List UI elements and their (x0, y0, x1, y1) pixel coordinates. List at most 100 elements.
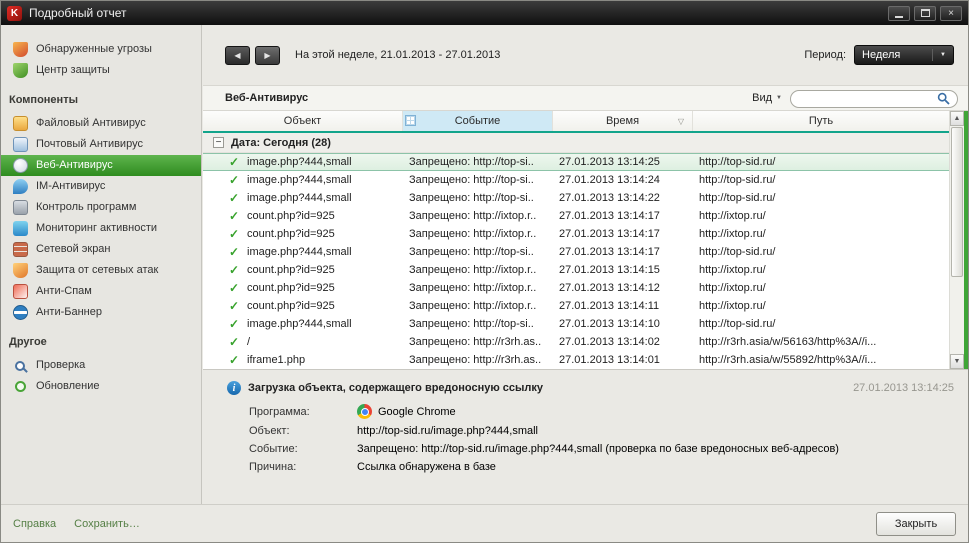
sidebar-item-label: Анти-Баннер (36, 306, 102, 319)
date-range-label: На этой неделе, 21.01.2013 - 27.01.2013 (295, 49, 500, 61)
path-cell: http://ixtop.ru/ (693, 282, 949, 294)
column-header-object[interactable]: Объект (203, 111, 403, 131)
column-header-path[interactable]: Путь (693, 111, 949, 131)
details-panel: i Загрузка объекта, содержащего вредонос… (203, 369, 968, 504)
sidebar-item-threats[interactable]: Обнаруженные угрозы (1, 39, 201, 60)
scroll-up-button[interactable]: ▲ (950, 111, 964, 126)
object-cell: ✓ / (203, 335, 403, 349)
info-icon: i (227, 381, 241, 395)
column-header-time[interactable]: Время ▽ (553, 111, 693, 131)
table-header: Объект Событие Время ▽ Путь (203, 111, 949, 133)
sidebar-item-file-av[interactable]: Файловый Антивирус (1, 113, 201, 134)
sidebar-item-label: Файловый Антивирус (36, 117, 146, 130)
sidebar-item-mail-av[interactable]: Почтовый Антивирус (1, 134, 201, 155)
protection-center-icon (13, 63, 28, 78)
time-cell: 27.01.2013 13:14:02 (553, 336, 693, 348)
table-row[interactable]: ✓ / Запрещено: http://r3rh.as.. 27.01.20… (203, 333, 949, 351)
forward-button[interactable]: ▶ (255, 46, 280, 65)
check-icon: ✓ (229, 155, 241, 169)
sidebar-item-label: Обнаруженные угрозы (36, 43, 152, 56)
sidebar-item-anti-spam[interactable]: Анти-Спам (1, 281, 201, 302)
sidebar-item-label: Обновление (36, 380, 100, 393)
event-cell: Запрещено: http://ixtop.r.. (403, 228, 553, 240)
table-row[interactable]: ✓ image.php?444,small Запрещено: http://… (203, 171, 949, 189)
section-bar: Веб-Антивирус Вид ▼ (203, 85, 968, 111)
details-field-label: Событие: (249, 443, 357, 455)
period-dropdown[interactable]: Неделя ▼ (854, 45, 954, 65)
time-cell: 27.01.2013 13:14:17 (553, 246, 693, 258)
scroll-down-button[interactable]: ▼ (950, 354, 964, 369)
event-cell: Запрещено: http://ixtop.r.. (403, 282, 553, 294)
details-field-label: Причина: (249, 461, 357, 473)
check-icon: ✓ (229, 263, 241, 277)
minimize-icon (895, 16, 903, 18)
sidebar-item-scan[interactable]: Проверка (1, 355, 201, 376)
events-table: Объект Событие Время ▽ Путь − Дата: Сего… (203, 111, 968, 369)
filter-icon[interactable] (405, 115, 416, 126)
object-cell: ✓ count.php?id=925 (203, 263, 403, 277)
time-cell: 27.01.2013 13:14:15 (553, 264, 693, 276)
path-cell: http://r3rh.asia/w/55892/http%3A//i... (693, 354, 949, 366)
table-row[interactable]: ✓ count.php?id=925 Запрещено: http://ixt… (203, 207, 949, 225)
object-cell: ✓ count.php?id=925 (203, 209, 403, 223)
table-row[interactable]: ✓ count.php?id=925 Запрещено: http://ixt… (203, 297, 949, 315)
table-row[interactable]: ✓ image.php?444,small Запрещено: http://… (203, 189, 949, 207)
anti-banner-icon (13, 305, 28, 320)
section-title: Веб-Антивирус (225, 92, 308, 104)
event-cell: Запрещено: http://top-si.. (403, 192, 553, 204)
sidebar-item-network-attack[interactable]: Защита от сетевых атак (1, 260, 201, 281)
titlebar: K Подробный отчет × (1, 1, 968, 25)
activity-icon (13, 221, 28, 236)
sidebar-item-protection-center[interactable]: Центр защиты (1, 60, 201, 81)
table-row[interactable]: ✓ image.php?444,small Запрещено: http://… (203, 243, 949, 261)
details-field: Событие: Запрещено: http://top-sid.ru/im… (249, 443, 954, 455)
back-button[interactable]: ◀ (225, 46, 250, 65)
scrollbar-thumb[interactable] (951, 127, 963, 277)
details-field-label: Объект: (249, 425, 357, 437)
event-cell: Запрещено: http://top-si.. (403, 174, 553, 186)
sidebar-item-label: Мониторинг активности (36, 222, 157, 235)
table-row[interactable]: ✓ count.php?id=925 Запрещено: http://ixt… (203, 225, 949, 243)
table-row[interactable]: ✓ count.php?id=925 Запрещено: http://ixt… (203, 279, 949, 297)
sidebar-item-app-control[interactable]: Контроль программ (1, 197, 201, 218)
minimize-button[interactable] (888, 6, 910, 21)
sidebar-item-firewall[interactable]: Сетевой экран (1, 239, 201, 260)
details-field-value: http://top-sid.ru/image.php?444,small (357, 425, 538, 437)
table-body: ✓ image.php?444,small Запрещено: http://… (203, 153, 949, 369)
table-row[interactable]: ✓ count.php?id=925 Запрещено: http://ixt… (203, 261, 949, 279)
vertical-scrollbar: ▲ ▼ (949, 111, 964, 369)
table-row[interactable]: ✓ image.php?444,small Запрещено: http://… (203, 153, 949, 171)
close-report-button[interactable]: Закрыть (876, 512, 956, 536)
object-text: count.php?id=925 (247, 300, 335, 312)
details-header: i Загрузка объекта, содержащего вредонос… (227, 381, 954, 395)
sidebar-item-web-av[interactable]: Веб-Антивирус (1, 155, 201, 176)
table-row[interactable]: ✓ image.php?444,small Запрещено: http://… (203, 315, 949, 333)
maximize-button[interactable] (914, 6, 936, 21)
time-cell: 27.01.2013 13:14:11 (553, 300, 693, 312)
table-scroll-region: Объект Событие Время ▽ Путь − Дата: Сего… (203, 111, 949, 369)
details-field-value: Google Chrome (378, 406, 456, 418)
collapse-toggle[interactable]: − (213, 137, 224, 148)
time-cell: 27.01.2013 13:14:01 (553, 354, 693, 366)
details-timestamp: 27.01.2013 13:14:25 (853, 382, 954, 394)
search-input[interactable] (790, 90, 958, 108)
sidebar-section-header: Компоненты (1, 81, 201, 113)
sidebar-item-update[interactable]: Обновление (1, 376, 201, 397)
column-header-event[interactable]: Событие (403, 111, 553, 131)
help-link[interactable]: Справка (13, 518, 56, 530)
sidebar-section-header: Другое (1, 323, 201, 355)
path-cell: http://top-sid.ru/ (693, 192, 949, 204)
sidebar-item-activity[interactable]: Мониторинг активности (1, 218, 201, 239)
sidebar-item-im-av[interactable]: IM-Антивирус (1, 176, 201, 197)
table-row[interactable]: ✓ iframe1.php Запрещено: http://r3rh.as.… (203, 351, 949, 369)
details-field: Объект: http://top-sid.ru/image.php?444,… (249, 425, 954, 437)
time-cell: 27.01.2013 13:14:10 (553, 318, 693, 330)
view-dropdown[interactable]: Вид ▼ (752, 92, 782, 104)
save-link[interactable]: Сохранить… (74, 518, 140, 530)
object-cell: ✓ image.php?444,small (203, 173, 403, 187)
web-av-icon (13, 158, 28, 173)
close-button[interactable]: × (940, 6, 962, 21)
object-text: count.php?id=925 (247, 282, 335, 294)
sidebar-item-anti-banner[interactable]: Анти-Баннер (1, 302, 201, 323)
sidebar: Обнаруженные угрозы Центр защиты Компоне… (1, 25, 202, 504)
